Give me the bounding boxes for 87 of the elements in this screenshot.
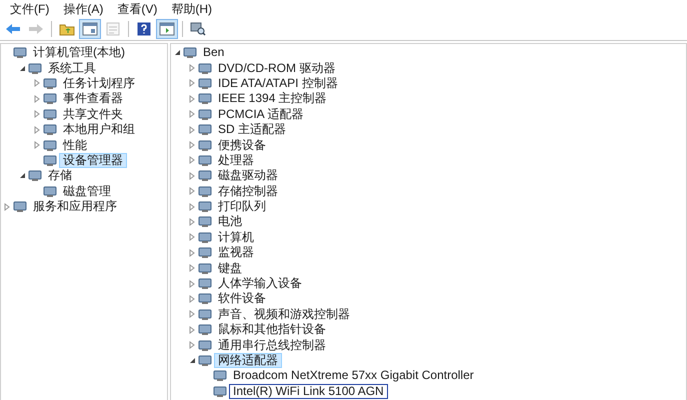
device-icon: [198, 62, 212, 75]
tree-item[interactable]: 共享文件夹: [59, 106, 127, 122]
device-icon: [198, 108, 212, 121]
expanded-arrow-icon[interactable]: [188, 357, 196, 364]
tree-item[interactable]: 磁盘管理: [59, 184, 115, 199]
tree-item[interactable]: Intel(R) WiFi Link 5100 AGN: [229, 384, 388, 399]
device-icon: [43, 184, 57, 198]
window-icon: [159, 22, 175, 36]
tree-item[interactable]: DVD/CD-ROM 驱动器: [214, 60, 340, 76]
menu-item[interactable]: 帮助(H): [165, 0, 218, 18]
tree-item[interactable]: 事件查看器: [59, 91, 127, 106]
device-icon: [198, 230, 212, 244]
device-icon: [13, 200, 27, 214]
tree-item[interactable]: 设备管理器: [59, 152, 127, 168]
expanded-arrow-icon[interactable]: [18, 172, 26, 180]
device-icon: [198, 277, 212, 290]
back-arrow-icon: [5, 23, 21, 35]
tree-item[interactable]: 性能: [59, 138, 91, 153]
window-icon: [82, 22, 98, 36]
tree-item[interactable]: 计算机: [214, 230, 258, 245]
tree-item[interactable]: 存储控制器: [214, 184, 282, 199]
tree-item[interactable]: 软件设备: [214, 291, 270, 306]
tree-item[interactable]: IDE ATA/ATAPI 控制器: [214, 76, 342, 91]
tree-item[interactable]: 键盘: [214, 260, 246, 276]
document-icon: [106, 22, 120, 36]
device-icon: [43, 138, 57, 152]
device-icon: [43, 123, 57, 136]
tree-item[interactable]: 声音、视频和游戏控制器: [214, 306, 354, 322]
device-icon: [43, 108, 57, 121]
device-icon: [43, 92, 57, 106]
collapsed-arrow-icon[interactable]: [4, 202, 10, 211]
device-icon: [198, 169, 212, 182]
tree-item[interactable]: 通用串行总线控制器: [214, 338, 330, 353]
expanded-arrow-icon[interactable]: [18, 64, 26, 72]
device-icon: [198, 262, 212, 275]
device-icon: [213, 384, 227, 398]
device-icon: [198, 308, 212, 321]
device-icon: [198, 292, 212, 306]
device-icon: [198, 215, 212, 228]
device-icon: [198, 323, 212, 336]
tree-item[interactable]: Broadcom NetXtreme 57xx Gigabit Controller: [229, 368, 478, 384]
menu-item[interactable]: 操作(A): [57, 0, 110, 18]
device-icon: [198, 338, 212, 352]
expanded-arrow-icon[interactable]: [174, 49, 180, 56]
tree-item[interactable]: 任务计划程序: [59, 76, 139, 91]
tree-item[interactable]: SD 主适配器: [214, 122, 290, 138]
device-icon: [198, 354, 212, 367]
device-icon: [198, 184, 212, 198]
tree-item[interactable]: 计算机管理(本地): [29, 45, 129, 60]
menu-item[interactable]: 文件(F): [4, 0, 56, 18]
help-icon: [137, 22, 151, 36]
menu-item[interactable]: 查看(V): [111, 0, 164, 18]
tree-item[interactable]: 电池: [214, 214, 246, 230]
device-icon: [198, 200, 212, 214]
device-icon: [213, 369, 227, 382]
device-icon: [43, 76, 57, 90]
device-icon: [183, 46, 197, 60]
device-icon: [198, 154, 212, 167]
tree-item[interactable]: 网络适配器: [214, 353, 282, 368]
tree-item[interactable]: 鼠标和其他指针设备: [214, 322, 330, 338]
device-icon: [28, 169, 42, 182]
tree-item[interactable]: 监视器: [214, 245, 258, 260]
tree-item[interactable]: 便携设备: [214, 138, 270, 153]
tree-item[interactable]: Ben: [199, 45, 228, 60]
forward-arrow-icon: [28, 23, 44, 35]
computer-search-icon: [190, 22, 206, 36]
tree-item[interactable]: 打印队列: [214, 199, 270, 214]
tree-item[interactable]: 处理器: [214, 152, 258, 168]
device-icon: [198, 123, 212, 136]
device-icon: [198, 138, 212, 152]
toolbar-button[interactable]: [156, 19, 178, 39]
tree-item[interactable]: PCMCIA 适配器: [214, 106, 308, 122]
device-icon: [13, 46, 27, 60]
device-icon: [28, 62, 42, 75]
device-icon: [198, 246, 212, 260]
device-icon: [43, 154, 57, 167]
folder-icon: [59, 22, 75, 36]
tree-item[interactable]: 本地用户和组: [59, 122, 139, 138]
device-icon: [198, 76, 212, 90]
tree-item[interactable]: 人体学输入设备: [214, 276, 306, 292]
tree-item[interactable]: 服务和应用程序: [29, 199, 121, 214]
toolbar-button[interactable]: [79, 19, 101, 39]
tree-item[interactable]: 存储: [44, 168, 76, 184]
tree-item[interactable]: IEEE 1394 主控制器: [214, 91, 331, 106]
device-icon: [198, 92, 212, 106]
tree-item[interactable]: 磁盘驱动器: [214, 168, 282, 184]
tree-item[interactable]: 系统工具: [44, 60, 100, 76]
